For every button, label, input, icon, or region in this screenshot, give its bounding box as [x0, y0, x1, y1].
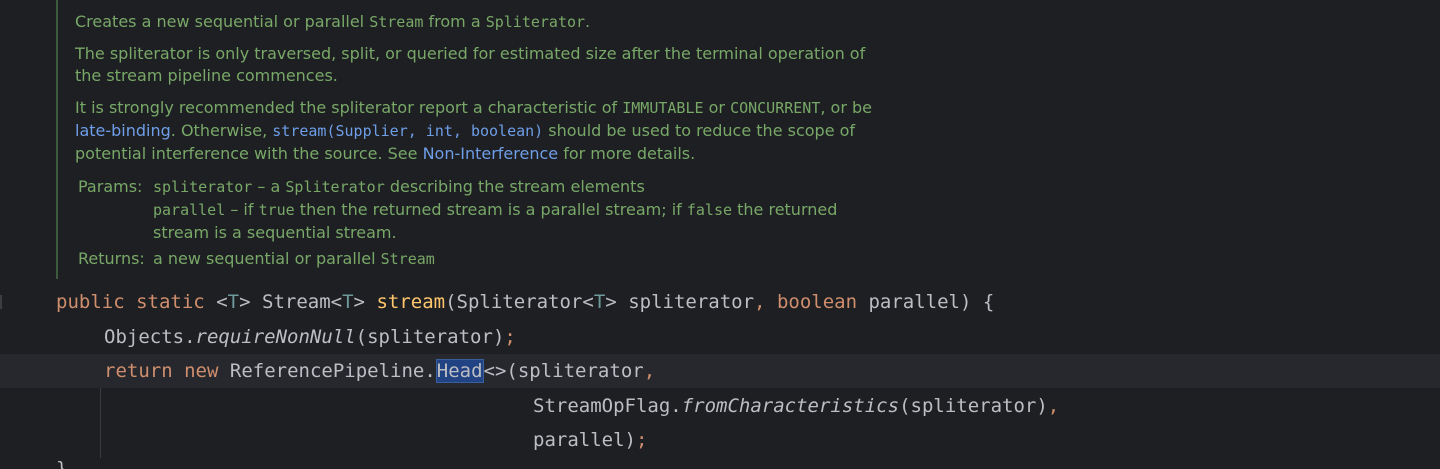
- code-line-method-signature[interactable]: public static <T> Stream<T> stream(Split…: [0, 285, 1440, 319]
- code-line-from-characteristics[interactable]: StreamOpFlag.fromCharacteristics(spliter…: [0, 389, 1440, 423]
- keyword-static: static: [136, 291, 205, 313]
- method-call-from-characteristics: fromCharacteristics: [681, 395, 900, 417]
- doc-paragraph-3-line-3: potential interference with the source. …: [75, 144, 696, 163]
- param-parallel-continued: stream is a sequential stream.: [153, 223, 397, 242]
- doc-paragraph-3-line-2: late-binding. Otherwise, stream(Supplier…: [75, 121, 856, 140]
- rendered-javadoc: Creates a new sequential or parallel Str…: [56, 0, 956, 279]
- code-line-return-statement[interactable]: return new ReferencePipeline.Head<>(spli…: [0, 354, 1440, 388]
- returns-description: a new sequential or parallel Stream: [153, 249, 435, 268]
- stream-method-link[interactable]: stream(Supplier, int, boolean): [272, 122, 543, 140]
- keyword-boolean: boolean: [776, 291, 858, 313]
- keyword-public: public: [56, 291, 125, 313]
- code-line-closing-brace[interactable]: }: [0, 452, 1440, 469]
- parameter-spliterator: spliterator: [628, 291, 755, 313]
- doc-paragraph-2-line-2: the stream pipeline commences.: [75, 66, 338, 85]
- late-binding-link[interactable]: late-binding: [75, 121, 171, 140]
- doc-paragraph-2-line-1: The spliterator is only traversed, split…: [75, 44, 866, 63]
- returns-label: Returns:: [78, 249, 145, 268]
- doc-paragraph-3-line-1: It is strongly recommended the spliterat…: [75, 98, 872, 117]
- method-call-require-non-null: requireNonNull: [195, 326, 356, 348]
- indent-guide: [100, 388, 101, 458]
- type-parameter: T: [227, 291, 240, 313]
- params-label: Params:: [78, 177, 143, 196]
- doc-summary: Creates a new sequential or parallel Str…: [75, 12, 591, 31]
- code-editor[interactable]: Creates a new sequential or parallel Str…: [0, 0, 1440, 469]
- parameter-parallel: parallel) {: [868, 291, 995, 313]
- keyword-new: new: [184, 360, 219, 382]
- param-parallel: parallel – if true then the returned str…: [153, 200, 838, 219]
- non-interference-link[interactable]: Non-Interference: [423, 144, 559, 163]
- method-name: stream: [376, 291, 446, 313]
- selected-text-head[interactable]: Head: [435, 359, 484, 383]
- keyword-return: return: [104, 360, 173, 382]
- return-type: Stream: [262, 291, 331, 313]
- code-line-require-non-null[interactable]: Objects.requireNonNull(spliterator);: [0, 320, 1440, 354]
- param-spliterator: spliterator – a Spliterator describing t…: [153, 177, 645, 196]
